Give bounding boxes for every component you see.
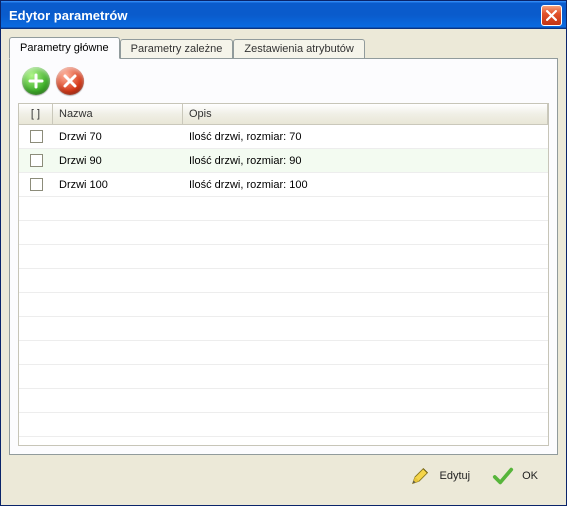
table-row[interactable]: Drzwi 90 Ilość drzwi, rozmiar: 90	[19, 149, 548, 173]
col-desc[interactable]: Opis	[183, 104, 548, 124]
toolbar	[18, 67, 549, 103]
plus-icon	[28, 73, 44, 89]
delete-button[interactable]	[56, 67, 84, 95]
tab-parametry-glowne[interactable]: Parametry główne	[9, 37, 120, 59]
table-row-empty	[19, 317, 548, 341]
tab-parametry-zalezne[interactable]: Parametry zależne	[120, 39, 234, 58]
edit-button[interactable]: Edytuj	[410, 465, 471, 487]
footer: Edytuj OK	[9, 455, 558, 497]
table-row-empty	[19, 221, 548, 245]
cell-name: Drzwi 100	[53, 179, 183, 191]
pencil-icon	[410, 465, 432, 487]
table-row-empty	[19, 269, 548, 293]
ok-button[interactable]: OK	[492, 465, 538, 487]
add-button[interactable]	[22, 67, 50, 95]
grid-header: [ ] Nazwa Opis	[19, 104, 548, 125]
table-row-empty	[19, 293, 548, 317]
grid-body: Drzwi 70 Ilość drzwi, rozmiar: 70 Drzwi …	[19, 125, 548, 437]
col-name[interactable]: Nazwa	[53, 104, 183, 124]
close-button[interactable]	[541, 5, 562, 26]
tab-label: Parametry główne	[20, 42, 109, 54]
tab-label: Zestawienia atrybutów	[244, 43, 353, 55]
table-row-empty	[19, 365, 548, 389]
client-area: Parametry główne Parametry zależne Zesta…	[1, 29, 566, 505]
table-row-empty	[19, 413, 548, 437]
tab-zestawienia-atrybutow[interactable]: Zestawienia atrybutów	[233, 39, 364, 58]
x-icon	[62, 73, 78, 89]
data-grid: [ ] Nazwa Opis Drzwi 70 Ilość drzwi, roz…	[18, 103, 549, 446]
check-icon	[492, 465, 514, 487]
table-row[interactable]: Drzwi 100 Ilość drzwi, rozmiar: 100	[19, 173, 548, 197]
checkbox[interactable]	[30, 154, 43, 167]
ok-label: OK	[522, 470, 538, 482]
cell-name: Drzwi 70	[53, 131, 183, 143]
col-check[interactable]: [ ]	[19, 104, 53, 124]
cell-desc: Ilość drzwi, rozmiar: 90	[183, 155, 548, 167]
tabstrip: Parametry główne Parametry zależne Zesta…	[9, 37, 558, 58]
cell-desc: Ilość drzwi, rozmiar: 100	[183, 179, 548, 191]
tab-panel: [ ] Nazwa Opis Drzwi 70 Ilość drzwi, roz…	[9, 58, 558, 455]
checkbox[interactable]	[30, 130, 43, 143]
edit-label: Edytuj	[440, 470, 471, 482]
close-icon	[546, 10, 557, 21]
window-title: Edytor parametrów	[9, 8, 541, 23]
cell-desc: Ilość drzwi, rozmiar: 70	[183, 131, 548, 143]
cell-name: Drzwi 90	[53, 155, 183, 167]
table-row-empty	[19, 389, 548, 413]
table-row-empty	[19, 197, 548, 221]
tab-label: Parametry zależne	[131, 43, 223, 55]
table-row-empty	[19, 341, 548, 365]
titlebar[interactable]: Edytor parametrów	[1, 1, 566, 29]
table-row[interactable]: Drzwi 70 Ilość drzwi, rozmiar: 70	[19, 125, 548, 149]
window: Edytor parametrów Parametry główne Param…	[0, 0, 567, 506]
checkbox[interactable]	[30, 178, 43, 191]
table-row-empty	[19, 245, 548, 269]
